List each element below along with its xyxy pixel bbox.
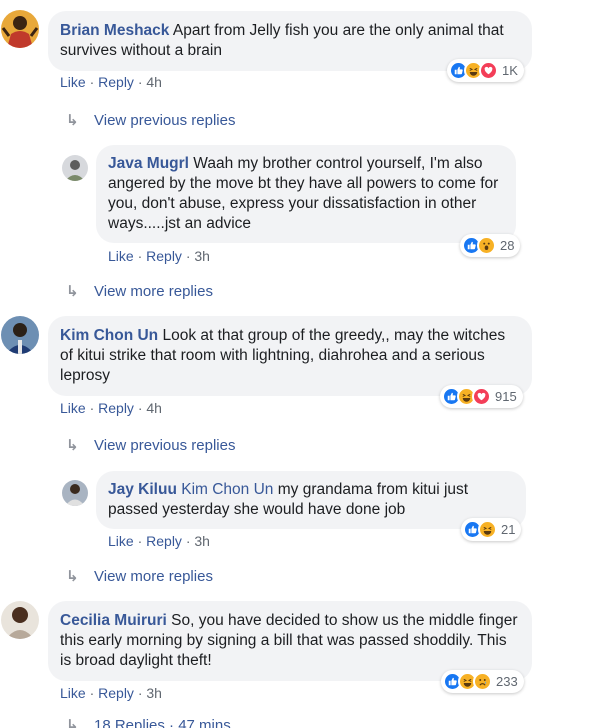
avatar-jay-kiluu[interactable] [62, 480, 88, 506]
reply-actions: Like · Reply · 3h [108, 248, 210, 264]
reply-arrow-icon: ↳ [66, 568, 79, 585]
avatar-image [62, 155, 88, 181]
comment-author[interactable]: Cecilia Muiruri [60, 612, 167, 629]
reaction-count: 1K [502, 63, 518, 78]
reply-link[interactable]: Reply [98, 685, 134, 701]
reply-bubble: Jay Kiluu Kim Chon Un my grandama from k… [96, 471, 526, 529]
like-link[interactable]: Like [60, 685, 86, 701]
avatar-image [1, 316, 39, 354]
comment-actions: Like · Reply · 3h [60, 685, 162, 701]
reply-arrow-icon: ↳ [66, 437, 79, 454]
reply-author[interactable]: Java Mugrl [108, 155, 189, 172]
comment-author[interactable]: Kim Chon Un [60, 327, 158, 344]
love-reaction-icon [479, 61, 498, 80]
comment-author[interactable]: Brian Meshack [60, 22, 169, 39]
sad-reaction-icon [473, 672, 492, 691]
comment-time[interactable]: 4h [146, 400, 162, 416]
wow-reaction-icon [477, 236, 496, 255]
reaction-summary[interactable]: 1K [447, 59, 524, 82]
reply-arrow-icon: ↳ [66, 112, 79, 129]
reply-time[interactable]: 3h [194, 248, 210, 264]
reply-mention[interactable]: Kim Chon Un [181, 481, 273, 498]
comment-actions: Like · Reply · 4h [60, 400, 162, 416]
love-reaction-icon [472, 387, 491, 406]
comment-bubble: Cecilia Muiruri So, you have decided to … [48, 601, 532, 681]
view-previous-replies-link[interactable]: ↳ View previous replies [66, 111, 235, 129]
like-link[interactable]: Like [108, 248, 134, 264]
reaction-count: 28 [500, 238, 515, 253]
reply-author[interactable]: Jay Kiluu [108, 481, 177, 498]
comment-time[interactable]: 4h [146, 74, 162, 90]
avatar-java-mugrl[interactable] [62, 155, 88, 181]
reply-link[interactable]: Reply [98, 74, 134, 90]
like-link[interactable]: Like [108, 533, 134, 549]
avatar-kim-chon-un[interactable] [1, 316, 39, 354]
reply-arrow-icon: ↳ [66, 283, 79, 300]
reply-link[interactable]: Reply [146, 248, 182, 264]
avatar-image [62, 480, 88, 506]
avatar-brian-meshack[interactable] [1, 10, 39, 48]
reply-link[interactable]: Reply [146, 533, 182, 549]
view-previous-replies-link[interactable]: ↳ View previous replies [66, 436, 235, 454]
avatar-image [1, 601, 39, 639]
view-replies-link[interactable]: ↳ 18 Replies · 47 mins [66, 716, 231, 728]
comment-time[interactable]: 3h [146, 685, 162, 701]
comment-actions: Like · Reply · 4h [60, 74, 162, 90]
reaction-count: 915 [495, 389, 517, 404]
reaction-summary[interactable]: 233 [441, 670, 524, 693]
comment-bubble: Kim Chon Un Look at that group of the gr… [48, 316, 532, 396]
avatar-cecilia-muiruri[interactable] [1, 601, 39, 639]
reply-actions: Like · Reply · 3h [108, 533, 210, 549]
reply-arrow-icon: ↳ [66, 717, 79, 728]
reply-bubble: Java Mugrl Waah my brother control yours… [96, 145, 516, 243]
haha-reaction-icon [478, 520, 497, 539]
view-more-replies-link[interactable]: ↳ View more replies [66, 282, 213, 300]
view-more-replies-link[interactable]: ↳ View more replies [66, 567, 213, 585]
reply-time[interactable]: 3h [194, 533, 210, 549]
reaction-summary[interactable]: 28 [460, 234, 521, 257]
like-link[interactable]: Like [60, 74, 86, 90]
reaction-summary[interactable]: 915 [440, 385, 523, 408]
reply-link[interactable]: Reply [98, 400, 134, 416]
reaction-count: 21 [501, 522, 516, 537]
like-link[interactable]: Like [60, 400, 86, 416]
reaction-count: 233 [496, 674, 518, 689]
reaction-summary[interactable]: 21 [461, 518, 522, 541]
avatar-image [1, 10, 39, 48]
